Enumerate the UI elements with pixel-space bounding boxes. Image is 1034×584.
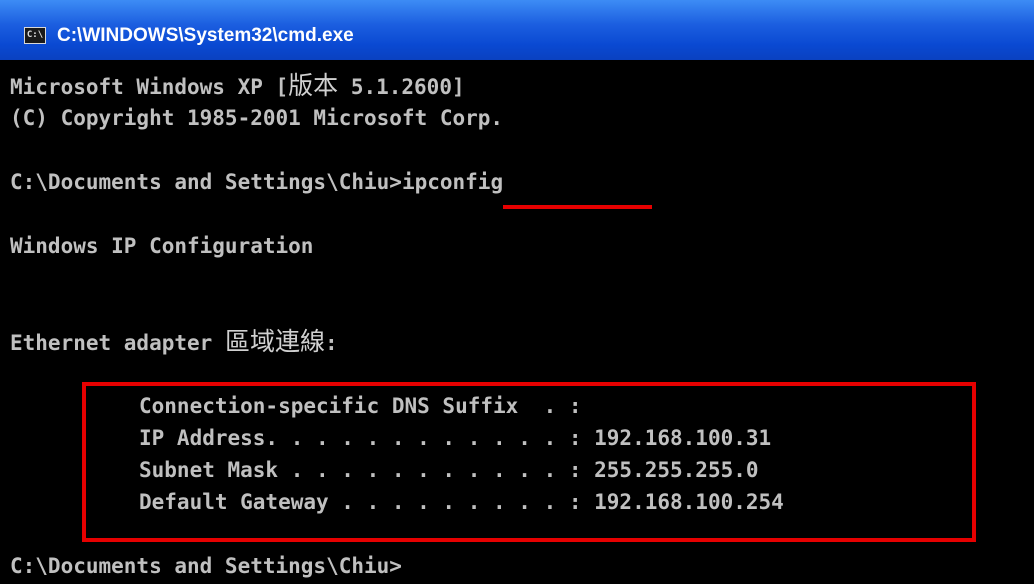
adapter-name: 區域連線 [224, 327, 325, 356]
section-title: Windows IP Configuration [10, 234, 314, 258]
version-suffix: 5.1.2600] [338, 75, 465, 99]
config-highlight-box [82, 382, 976, 542]
adapter-line: Ethernet adapter 區域連線: [10, 328, 338, 357]
copyright-line: (C) Copyright 1985-2001 Microsoft Corp. [10, 106, 504, 130]
ipconfig-command: ipconfig [401, 170, 504, 194]
window-title: C:\WINDOWS\System32\cmd.exe [57, 25, 354, 46]
final-prompt-line: C:\Documents and Settings\Chiu> [10, 554, 402, 578]
version-line: Microsoft Windows XP [版本 5.1.2600] [10, 72, 465, 101]
version-prefix: Microsoft Windows XP [ [10, 75, 289, 99]
adapter-colon: : [324, 331, 338, 355]
cmd-console-icon[interactable]: C:\ [24, 27, 46, 44]
adapter-prefix: Ethernet adapter [10, 331, 225, 355]
command-underline-annotation [503, 205, 652, 209]
version-word: 版本 [288, 71, 339, 100]
title-bar[interactable]: C:\ C:\WINDOWS\System32\cmd.exe [0, 0, 1034, 60]
prompt-text: C:\Documents and Settings\Chiu> [10, 170, 402, 194]
command-line: C:\Documents and Settings\Chiu>ipconfig [10, 168, 503, 196]
cmd-window: C:\ C:\WINDOWS\System32\cmd.exe Microsof… [0, 0, 1034, 584]
